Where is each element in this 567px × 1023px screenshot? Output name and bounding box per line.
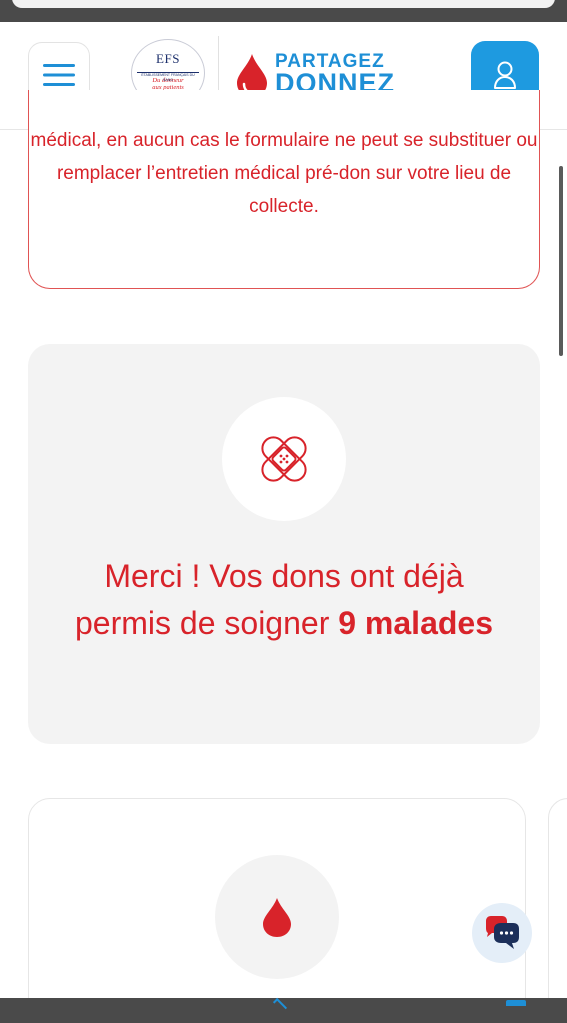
tabs-icon[interactable] xyxy=(506,1000,526,1006)
bandage-icon-circle xyxy=(222,397,346,521)
efs-logo-subtitle-line: ÉTABLISSEMENT FRANÇAIS DU SANG xyxy=(137,72,199,82)
efs-logo-subtitle: ÉTABLISSEMENT FRANÇAIS DU SANG xyxy=(141,73,195,82)
share-icon[interactable] xyxy=(272,997,288,1013)
patients-count: 9 xyxy=(338,605,357,641)
medical-notice-text: médical, en aucun cas le formulaire ne p… xyxy=(30,130,538,217)
chat-icon xyxy=(486,916,519,949)
patients-label: malades xyxy=(364,605,493,641)
chat-button[interactable] xyxy=(472,903,532,963)
efs-logo-text: EFS xyxy=(156,51,180,66)
next-card-peek[interactable] xyxy=(548,798,567,1023)
address-bar[interactable] xyxy=(12,0,555,8)
bandage-icon xyxy=(261,436,307,482)
blood-donation-card[interactable] xyxy=(28,798,526,1023)
thanks-message: Merci ! Vos dons ont déjà permis de soig… xyxy=(58,553,510,647)
scrollbar-thumb[interactable] xyxy=(559,166,563,356)
thanks-card: Merci ! Vos dons ont déjà permis de soig… xyxy=(28,344,540,744)
browser-top-chrome xyxy=(0,0,567,22)
blood-drop-icon-circle xyxy=(215,855,339,979)
hamburger-menu-icon xyxy=(43,64,75,86)
blood-drop-icon xyxy=(263,898,291,937)
medical-notice-card: médical, en aucun cas le formulaire ne p… xyxy=(28,90,540,289)
user-icon xyxy=(494,61,516,89)
browser-bottom-bar xyxy=(0,997,567,1023)
